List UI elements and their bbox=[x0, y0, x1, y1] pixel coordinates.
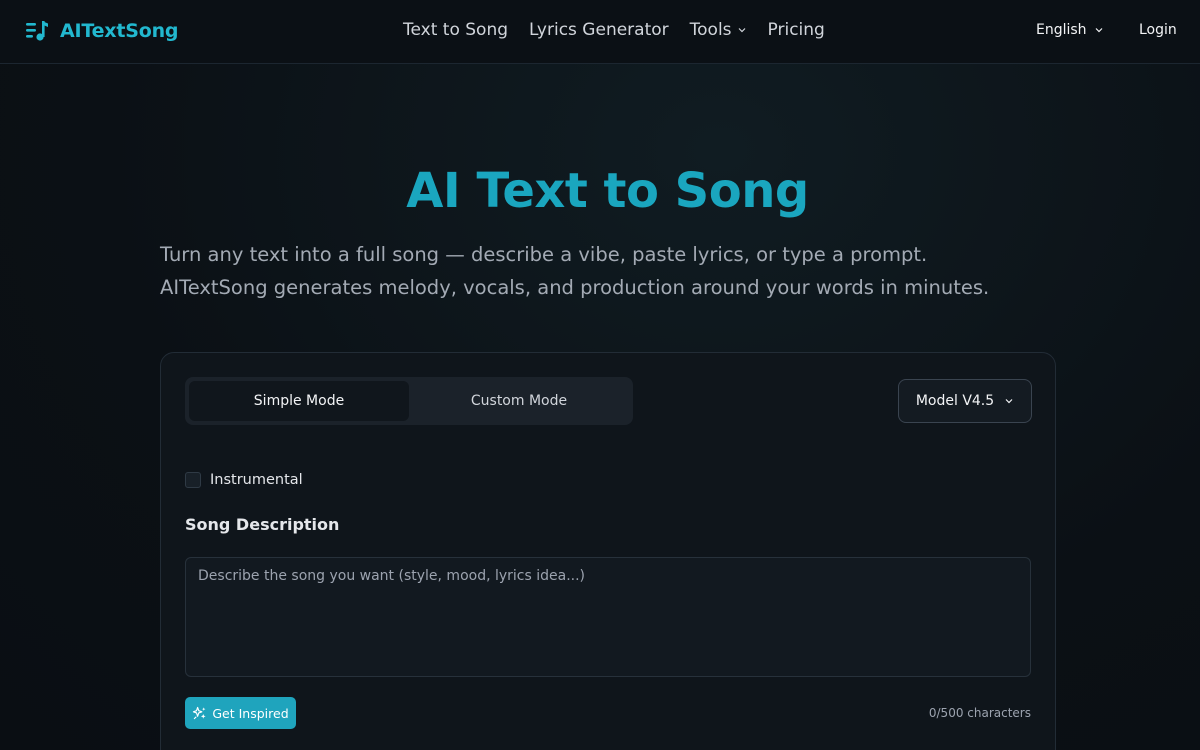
nav-pricing[interactable]: Pricing bbox=[768, 20, 825, 40]
chevron-down-icon bbox=[1095, 28, 1102, 33]
page-title: AI Text to Song bbox=[406, 163, 809, 219]
language-label: English bbox=[1036, 22, 1087, 38]
song-description-label: Song Description bbox=[185, 515, 340, 534]
chevron-down-icon bbox=[738, 28, 745, 33]
instrumental-checkbox[interactable] bbox=[185, 472, 201, 488]
page-subtitle: Turn any text into a full song — describ… bbox=[160, 243, 990, 299]
music-list-icon bbox=[26, 21, 48, 41]
get-inspired-label: Get Inspired bbox=[212, 705, 289, 721]
character-count: 0/500 characters bbox=[928, 706, 1031, 720]
mode-toggle: Simple Mode Custom Mode bbox=[185, 377, 633, 425]
model-select-value: Model V4.5 bbox=[915, 393, 995, 409]
site-header: AITextSong Text to Song Lyrics Generator… bbox=[0, 0, 1200, 64]
get-inspired-button[interactable]: Get Inspired bbox=[185, 697, 296, 729]
nav-tools[interactable]: Tools bbox=[690, 20, 747, 40]
song-generator-card: Simple Mode Custom Mode Model V4.5 Instr… bbox=[160, 352, 1056, 750]
language-selector[interactable]: English bbox=[1036, 22, 1104, 38]
tab-simple-mode[interactable]: Simple Mode bbox=[189, 381, 409, 421]
instrumental-label: Instrumental bbox=[210, 472, 303, 488]
nav-text-to-song[interactable]: Text to Song bbox=[403, 20, 508, 40]
login-link[interactable]: Login bbox=[1139, 22, 1177, 38]
logo-text: AITextSong bbox=[60, 20, 179, 42]
sparkles-icon bbox=[193, 706, 206, 719]
instrumental-toggle[interactable]: Instrumental bbox=[185, 472, 303, 488]
nav-tools-label: Tools bbox=[689, 20, 732, 40]
song-description-input[interactable] bbox=[185, 557, 1031, 677]
tab-custom-mode[interactable]: Custom Mode bbox=[409, 381, 629, 421]
main-nav: Text to Song Lyrics Generator Tools Pric… bbox=[403, 20, 825, 40]
logo-link[interactable]: AITextSong bbox=[25, 19, 179, 43]
model-select[interactable]: Model V4.5 bbox=[898, 379, 1032, 423]
chevron-down-icon bbox=[1005, 399, 1013, 404]
nav-lyrics-generator[interactable]: Lyrics Generator bbox=[529, 20, 669, 40]
